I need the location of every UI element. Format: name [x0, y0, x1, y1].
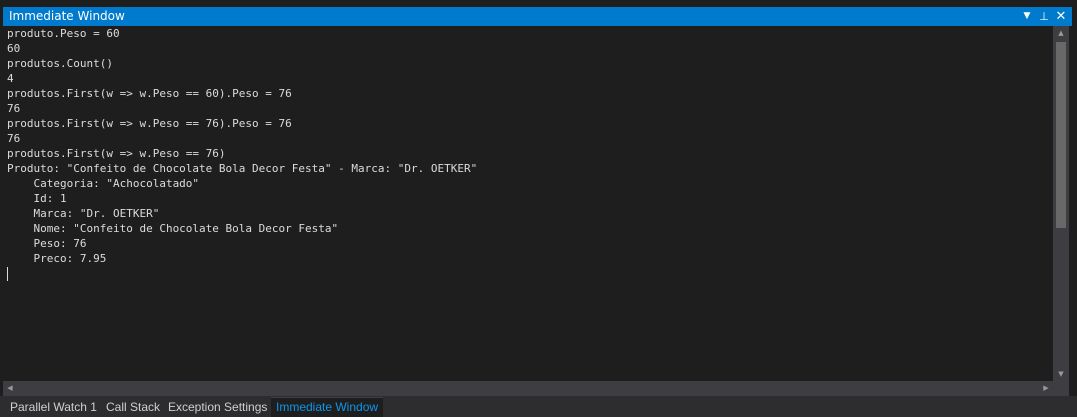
tab-exception-settings[interactable]: Exception Settings [163, 398, 272, 417]
scroll-left-arrow-icon[interactable]: ◀ [3, 381, 17, 396]
auto-hide-pin-icon[interactable]: ⊥ [1036, 7, 1052, 26]
output-line: Produto: "Confeito de Chocolate Bola Dec… [7, 162, 478, 175]
scrollbar-corner [1053, 381, 1069, 396]
output-line: produto.Peso = 60 [7, 27, 120, 40]
output-line: Preco: 7.95 [7, 252, 107, 265]
immediate-output-editor[interactable]: produto.Peso = 60 60 produtos.Count() 4 … [3, 26, 1053, 382]
vertical-scrollbar[interactable]: ▲ ▼ [1053, 26, 1069, 381]
close-icon[interactable]: ✕ [1053, 7, 1069, 26]
panel-title: Immediate Window [9, 9, 125, 23]
output-line: produtos.Count() [7, 57, 113, 70]
window-position-dropdown-icon[interactable]: ▼ [1019, 7, 1035, 26]
tab-immediate-window[interactable]: Immediate Window [271, 397, 384, 417]
tab-call-stack[interactable]: Call Stack [101, 398, 165, 417]
output-line: Marca: "Dr. OETKER" [7, 207, 160, 220]
scroll-up-arrow-icon[interactable]: ▲ [1053, 26, 1069, 40]
scroll-right-arrow-icon[interactable]: ▶ [1039, 381, 1053, 396]
immediate-window-panel: Immediate Window ▼ ⊥ ✕ produto.Peso = 60… [0, 0, 1077, 396]
output-line: 60 [7, 42, 21, 55]
output-line: produtos.First(w => w.Peso == 76) [7, 147, 226, 160]
output-line: Nome: "Confeito de Chocolate Bola Decor … [7, 222, 339, 235]
text-caret [7, 267, 8, 281]
vertical-scroll-thumb[interactable] [1056, 42, 1066, 228]
horizontal-scrollbar[interactable]: ◀ ▶ [3, 381, 1053, 396]
output-line: 76 [7, 102, 21, 115]
output-line: produtos.First(w => w.Peso == 60).Peso =… [7, 87, 292, 100]
output-line: 76 [7, 132, 21, 145]
scroll-down-arrow-icon[interactable]: ▼ [1053, 367, 1069, 381]
tool-window-tab-strip: Parallel Watch 1 Call Stack Exception Se… [0, 396, 1077, 417]
output-line: Id: 1 [7, 192, 67, 205]
tab-parallel-watch-1[interactable]: Parallel Watch 1 [5, 398, 102, 417]
output-line: Categoria: "Achocolatado" [7, 177, 200, 190]
output-line: produtos.First(w => w.Peso == 76).Peso =… [7, 117, 292, 130]
output-line: 4 [7, 72, 14, 85]
output-line: Peso: 76 [7, 237, 87, 250]
panel-title-bar[interactable]: Immediate Window ▼ ⊥ ✕ [3, 7, 1072, 26]
